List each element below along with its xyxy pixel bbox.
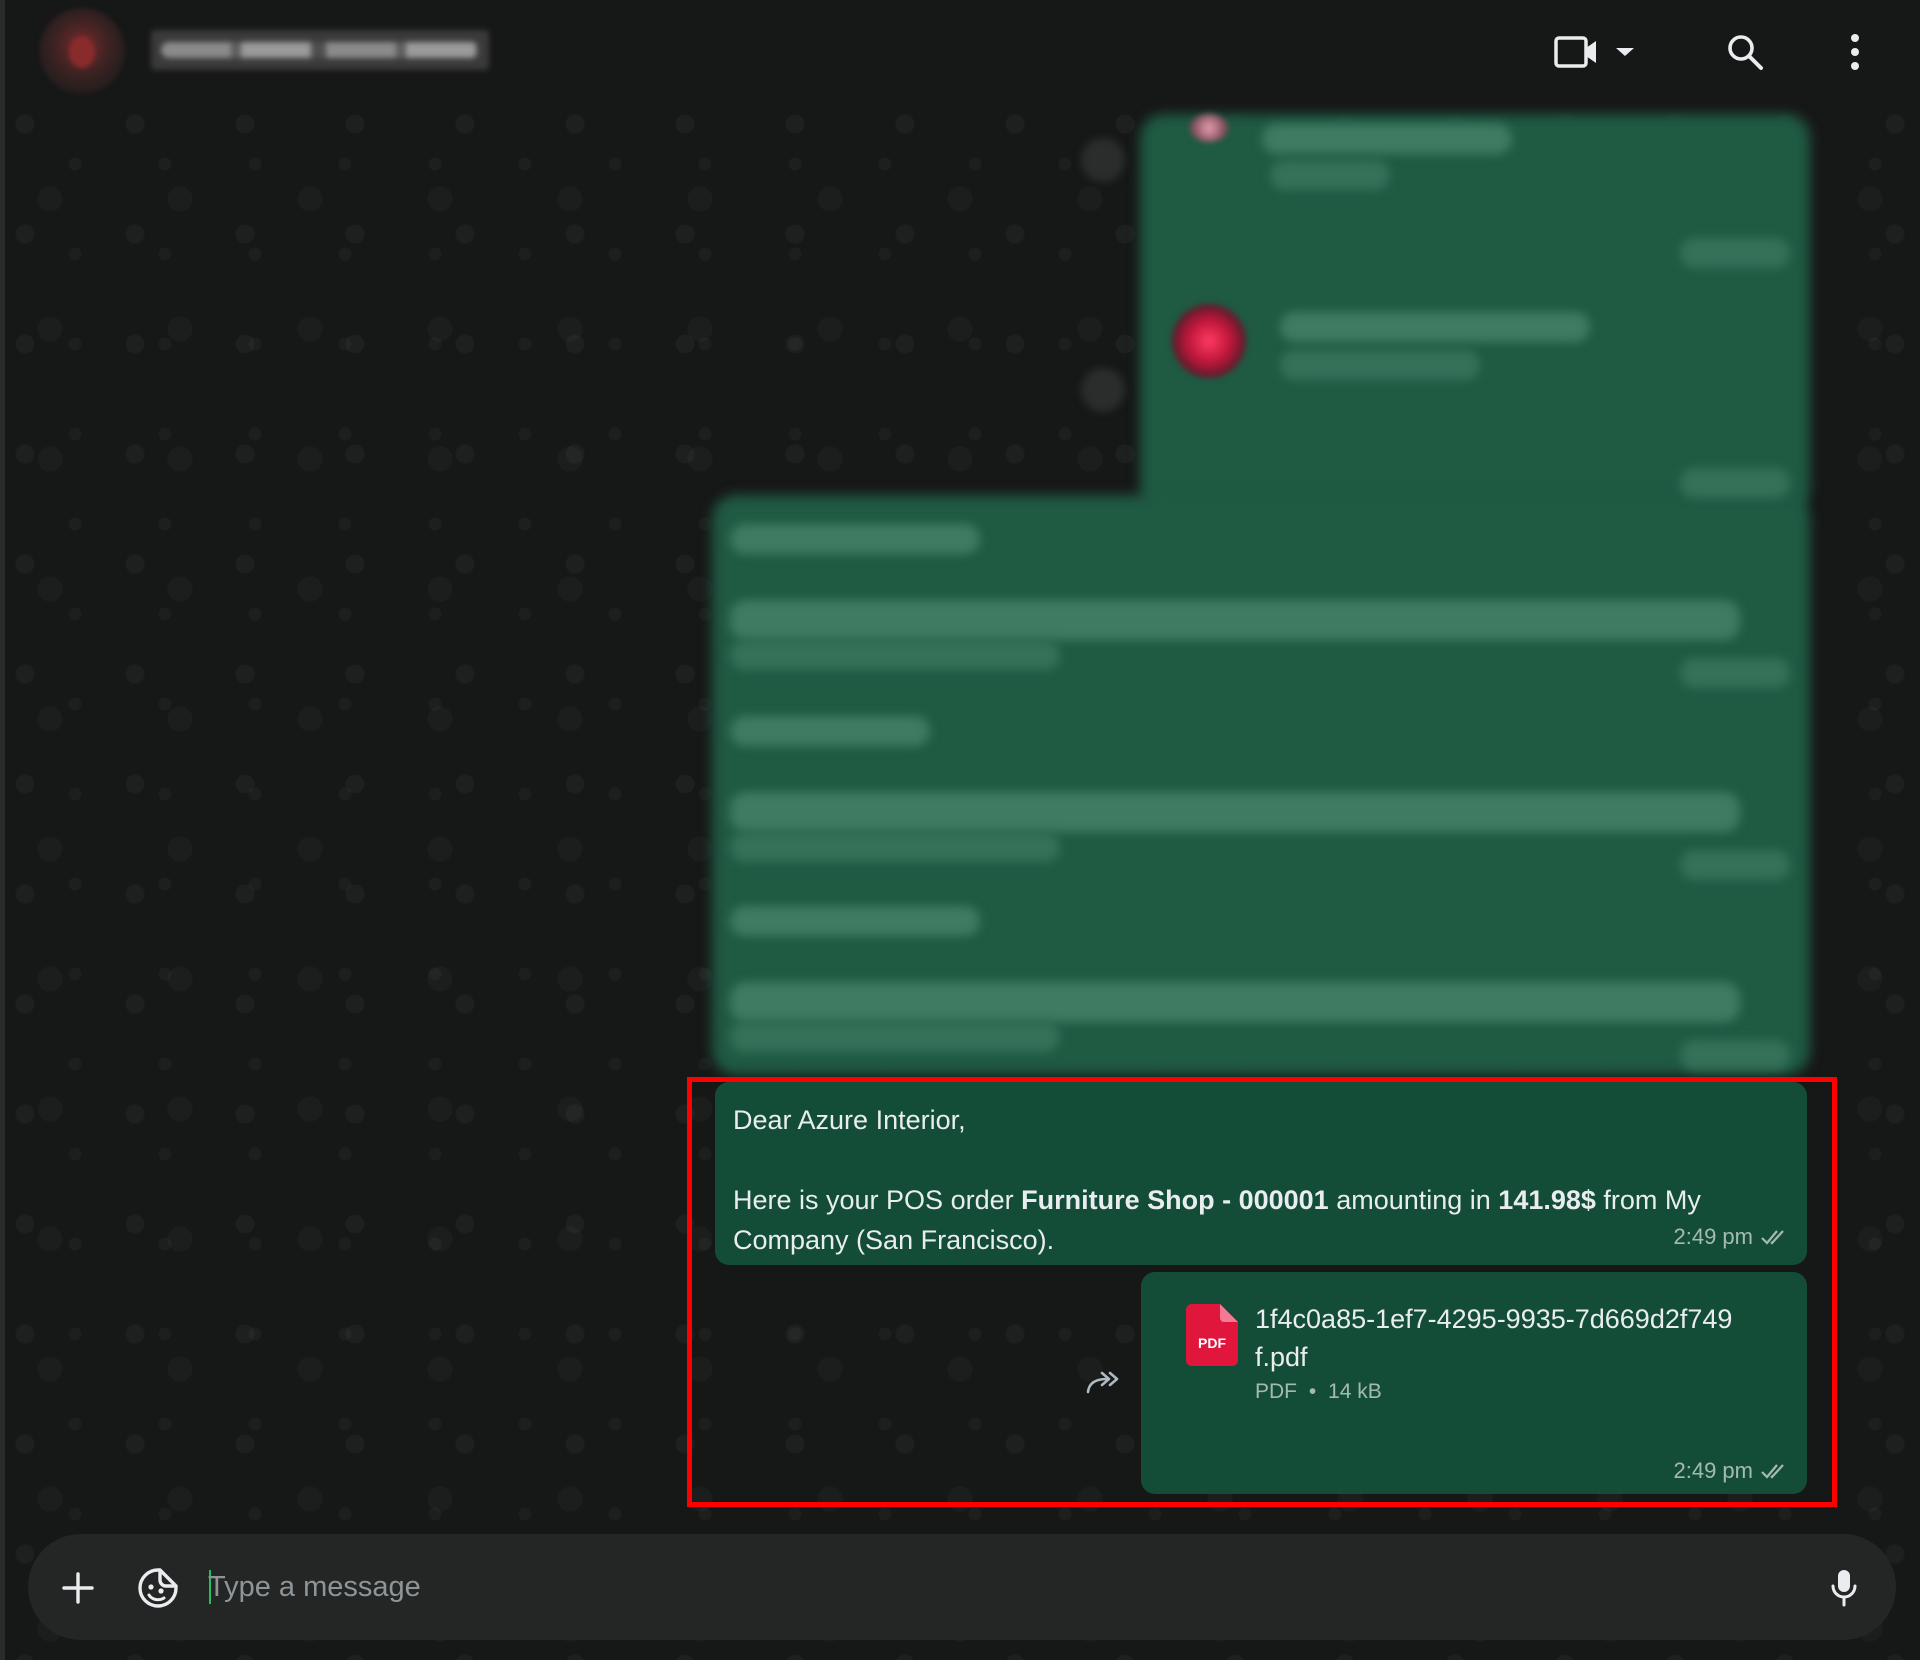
file-name: 1f4c0a85-1ef7-4295-9935-7d669d2f749f.pdf [1255,1304,1733,1372]
double-check-icon [1761,1230,1784,1245]
redacted-text [730,640,1060,670]
message-body-prefix: Here is your POS order [733,1185,1022,1215]
more-vertical-icon [1851,34,1859,70]
chevron-down-icon [1616,48,1634,56]
redacted-text [1270,160,1390,190]
redacted-text [730,716,930,746]
search-icon [1728,35,1763,70]
message-time: 2:49 pm [1673,1458,1754,1483]
redacted-forward-icon [1081,138,1125,182]
outgoing-file-message[interactable]: PDF 1f4c0a85-1ef7-4295-9935-7d669d2f749f… [1141,1272,1807,1494]
pdf-file-icon: PDF [1186,1304,1238,1366]
redacted-text [730,1022,1060,1052]
redacted-text [1680,658,1790,688]
redacted-text [1280,350,1480,380]
redacted-text [1262,124,1512,154]
search-button[interactable] [1715,22,1775,82]
redacted-image [1190,114,1228,142]
message-meta: 2:49 pm [1674,1217,1790,1257]
contact-name[interactable] [151,30,489,70]
message-greeting: Dear Azure Interior, [733,1105,966,1135]
sticker-icon [138,1568,178,1608]
chat-header [0,0,1920,104]
redacted-text [730,524,980,554]
redacted-text [1680,468,1790,498]
forward-button[interactable] [1082,1362,1124,1404]
more-options-button[interactable] [1825,22,1885,82]
sticker-button[interactable] [130,1560,186,1616]
message-body: Here is your POS order Furniture Shop - … [733,1180,1789,1260]
video-call-icon [1554,36,1596,68]
redacted-text [730,982,1740,1022]
voice-message-button[interactable] [1816,1560,1872,1616]
redacted-text [1680,850,1790,880]
redacted-text [1280,312,1590,342]
redacted-text [1680,238,1790,268]
redacted-text [1680,1040,1790,1070]
pdf-icon-label: PDF [1198,1335,1226,1351]
order-name: Furniture Shop - 000001 [1021,1185,1329,1215]
microphone-icon [1831,1570,1857,1607]
message-time: 2:49 pm [1673,1224,1754,1249]
plus-icon [62,1572,94,1604]
message-composer [28,1534,1896,1640]
redacted-text [730,832,1060,862]
redacted-text [730,792,1740,832]
order-amount: 141.98$ [1498,1185,1596,1215]
contact-avatar[interactable] [39,8,125,94]
redacted-image [1172,304,1246,378]
forward-icon [1086,1371,1119,1394]
redacted-forward-icon [1081,368,1125,412]
file-type: PDF [1255,1380,1297,1403]
file-size: 14 kB [1328,1380,1382,1403]
outgoing-text-message[interactable]: Dear Azure Interior, Here is your POS or… [715,1082,1807,1265]
message-meta: 2:49 pm [1674,1458,1790,1484]
chat-window: Dear Azure Interior, Here is your POS or… [0,0,1920,1660]
attach-button[interactable] [50,1560,106,1616]
file-info-separator: • [1308,1380,1317,1403]
redacted-text [730,600,1740,640]
video-call-button[interactable] [1550,22,1640,82]
file-info: PDF • 14 kB [1255,1380,1382,1404]
message-input[interactable] [206,1554,1786,1620]
message-body-middle: amounting in [1328,1185,1499,1215]
redacted-text [730,906,980,936]
double-check-icon [1761,1464,1784,1479]
